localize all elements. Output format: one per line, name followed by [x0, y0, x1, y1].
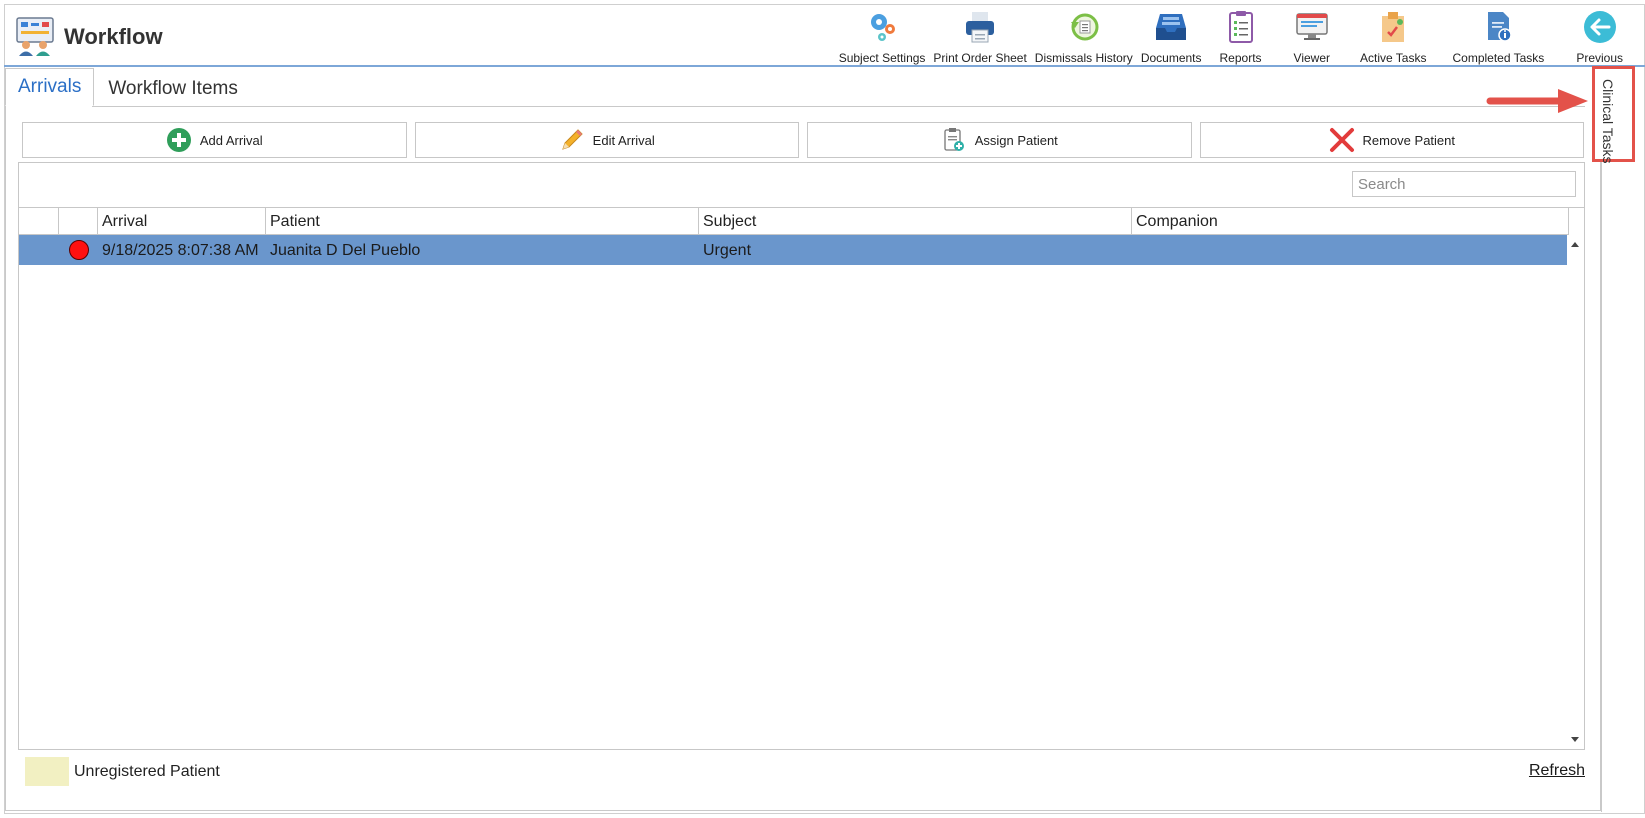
page-title: Workflow [64, 24, 163, 49]
tab-divider [92, 106, 1585, 107]
subject-settings-label: Subject Settings [838, 51, 926, 65]
viewer-button[interactable]: Viewer [1276, 10, 1348, 66]
header-divider [4, 65, 1645, 67]
patient-cell: Juanita D Del Pueblo [270, 242, 421, 259]
gears-icon [871, 14, 896, 41]
reports-label: Reports [1219, 51, 1262, 65]
report-clipboard-icon [1228, 11, 1253, 43]
edit-arrival-button[interactable]: Edit Arrival [414, 122, 799, 158]
plus-circle-icon [166, 128, 191, 152]
clipboard-add-icon [944, 128, 964, 151]
column-header-patient[interactable]: Patient [266, 208, 699, 234]
column-header-indicator[interactable] [19, 208, 59, 234]
arrival-cell: 9/18/2025 8:07:38 AM [102, 242, 259, 259]
inbox-tray-icon [1156, 14, 1187, 40]
previous-button[interactable]: Previous [1558, 10, 1627, 66]
search-input[interactable] [1352, 171, 1576, 197]
assign-patient-label: Assign Patient [974, 132, 1058, 148]
subject-settings-button[interactable]: Subject Settings [835, 10, 930, 66]
tab-arrivals[interactable]: Arrivals [5, 68, 95, 106]
side-panel-divider [1601, 162, 1602, 812]
status-cell [59, 235, 98, 265]
remove-patient-label: Remove Patient [1362, 132, 1456, 148]
dismissals-history-button[interactable]: Dismissals History [1031, 10, 1137, 66]
column-header-arrival[interactable]: Arrival [98, 208, 266, 234]
arrivals-grid: Arrival Patient Subject Companion 9/18/2… [18, 162, 1585, 750]
active-tasks-button[interactable]: Active Tasks [1348, 10, 1438, 66]
add-arrival-button[interactable]: Add Arrival [22, 122, 407, 158]
active-tasks-label: Active Tasks [1360, 51, 1427, 65]
completed-tasks-icon [1488, 12, 1513, 42]
completed-tasks-button[interactable]: Completed Tasks [1438, 10, 1558, 66]
monitor-icon [1296, 13, 1328, 40]
subject-cell: Urgent [703, 242, 752, 259]
documents-button[interactable]: Documents [1137, 10, 1206, 66]
clinical-tasks-panel-tab[interactable]: Clinical Tasks [1592, 66, 1635, 164]
remove-patient-button[interactable]: Remove Patient [1199, 122, 1584, 158]
print-order-sheet-button[interactable]: Print Order Sheet [929, 10, 1030, 66]
viewer-label: Viewer [1293, 51, 1331, 65]
unregistered-legend-swatch [25, 757, 69, 786]
clinical-tasks-label: Clinical Tasks [1600, 79, 1616, 164]
scroll-down-icon[interactable] [1571, 737, 1579, 742]
vertical-scrollbar[interactable] [1567, 235, 1584, 749]
add-arrival-label: Add Arrival [199, 132, 263, 148]
completed-tasks-label: Completed Tasks [1452, 51, 1545, 65]
status-red-dot-icon [68, 240, 89, 260]
toolbar: Subject Settings Print Order Sheet Dismi… [835, 10, 1627, 66]
tab-strip: Arrivals Workflow Items [5, 68, 250, 106]
refresh-link[interactable]: Refresh [1529, 762, 1585, 780]
previous-label: Previous [1576, 51, 1623, 65]
active-tasks-icon [1382, 12, 1405, 42]
red-x-icon [1329, 128, 1354, 152]
documents-label: Documents [1140, 51, 1202, 65]
table-header: Arrival Patient Subject Companion [19, 208, 1569, 235]
scroll-up-icon[interactable] [1571, 242, 1579, 247]
pencil-icon [561, 129, 583, 150]
companion-cell [1132, 235, 1569, 265]
edit-arrival-label: Edit Arrival [592, 132, 655, 148]
header: Workflow Subject Settings Print Order Sh… [4, 4, 1645, 66]
printer-icon [966, 12, 995, 43]
unregistered-legend-label: Unregistered Patient [74, 763, 220, 780]
print-order-sheet-label: Print Order Sheet [933, 51, 1027, 65]
back-arrow-icon [1583, 11, 1616, 43]
column-header-subject[interactable]: Subject [699, 208, 1132, 234]
history-icon [1070, 13, 1099, 41]
tab-workflow-items[interactable]: Workflow Items [94, 72, 250, 106]
row-indicator-cell [19, 235, 59, 265]
column-header-status[interactable] [59, 208, 98, 234]
annotation-arrow-icon [1486, 89, 1588, 113]
action-bar: Add Arrival Edit Arrival Assign Patient … [22, 122, 1584, 158]
column-header-companion[interactable]: Companion [1132, 208, 1569, 234]
workflow-app-icon [16, 17, 54, 56]
table-row[interactable]: 9/18/2025 8:07:38 AM Juanita D Del Puebl… [19, 235, 1569, 265]
dismissals-history-label: Dismissals History [1034, 51, 1133, 65]
reports-button[interactable]: Reports [1206, 10, 1276, 66]
assign-patient-button[interactable]: Assign Patient [807, 122, 1192, 158]
